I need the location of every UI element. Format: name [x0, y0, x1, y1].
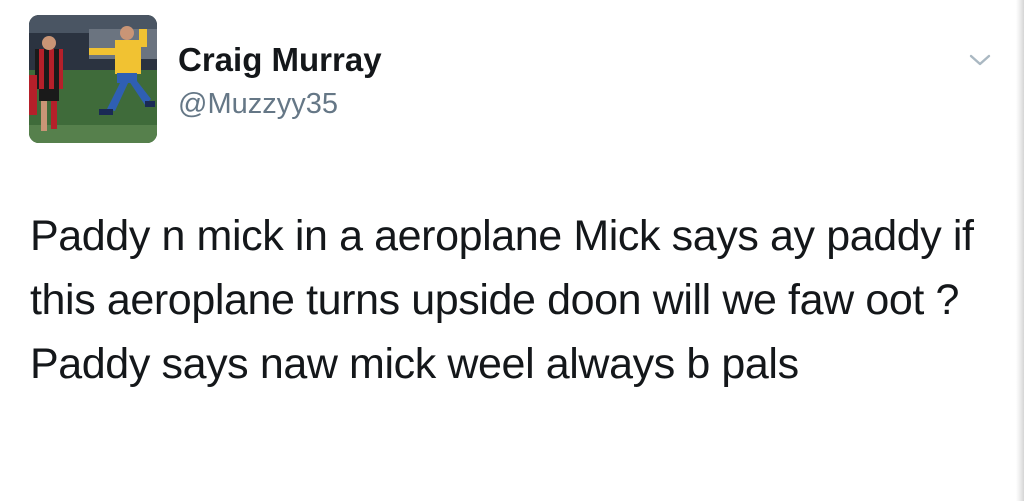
display-name[interactable]: Craig Murray	[178, 40, 382, 80]
chevron-down-icon[interactable]	[968, 50, 992, 70]
avatar[interactable]	[29, 15, 157, 143]
page-edge-shadow	[1016, 0, 1024, 501]
user-handle[interactable]: @Muzzyy35	[178, 86, 338, 122]
tweet-card: Craig Murray @Muzzyy35 Paddy n mick in a…	[0, 0, 1024, 501]
avatar-photo	[29, 15, 157, 143]
tweet-text: Paddy n mick in a aeroplane Mick says ay…	[30, 212, 974, 388]
